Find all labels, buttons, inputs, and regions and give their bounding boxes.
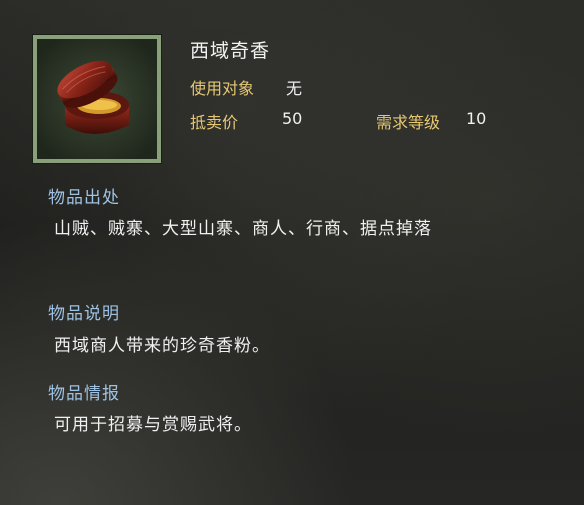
description-section-text: 西域商人带来的珍奇香粉。 xyxy=(54,336,270,356)
lacquer-box-icon xyxy=(37,39,157,159)
target-value: 无 xyxy=(286,79,303,98)
target-label: 使用对象 xyxy=(190,79,255,98)
price-label: 抵卖价 xyxy=(190,113,239,132)
required-level-value: 10 xyxy=(466,109,487,128)
item-tooltip-panel: 西域奇香 使用对象 无 抵卖价 50 需求等级 10 物品出处 山贼、贼寨、大型… xyxy=(0,0,584,505)
description-section-title: 物品说明 xyxy=(48,304,120,324)
intel-section-title: 物品情报 xyxy=(48,384,120,404)
item-name: 西域奇香 xyxy=(190,40,271,62)
intel-section-text: 可用于招募与赏赐武将。 xyxy=(54,415,252,435)
source-section-title: 物品出处 xyxy=(48,188,120,208)
price-value: 50 xyxy=(282,109,303,128)
item-icon-frame xyxy=(33,35,161,163)
source-section-text: 山贼、贼寨、大型山寨、商人、行商、据点掉落 xyxy=(54,219,432,239)
required-level-label: 需求等级 xyxy=(376,113,441,132)
